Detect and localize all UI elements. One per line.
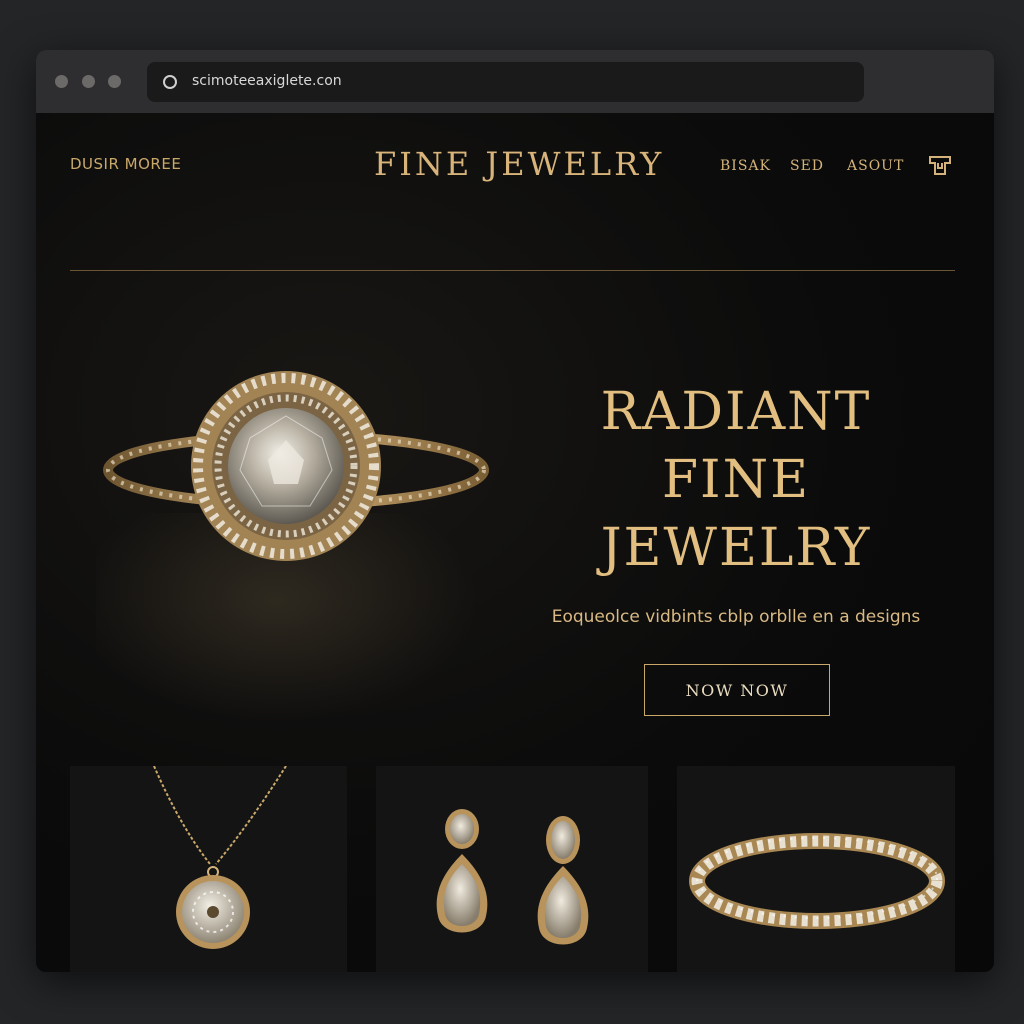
url-text[interactable]: scimoteeaxiglete.con [192,73,342,89]
bracelet-image [689,833,945,929]
page-content: DUSIR MOREE FINE JEWELRY BISAK SED ASOUT [36,113,994,972]
hero-subtitle: Eoqueolce vidbints cblp orblle en a desi… [551,607,921,627]
hero-title-line-1: RADIANT [600,382,872,442]
hero-title: RADIANT FINE JEWELRY [536,378,936,582]
brand-logo[interactable]: FINE JEWELRY [374,145,664,183]
nav-item-asout[interactable]: ASOUT [847,158,904,174]
hero-title-line-2: FINE [661,450,811,510]
shopping-bag-icon[interactable] [928,154,952,178]
hero-title-line-3: JEWELRY [600,518,872,578]
window-close-dot[interactable] [55,75,68,88]
nav-item-sed[interactable]: SED [790,158,824,174]
product-card-bracelet[interactable] [677,766,955,972]
circle-icon [163,75,177,89]
product-card-necklace[interactable] [70,766,347,972]
product-card-earrings[interactable] [376,766,648,972]
nav-left-link[interactable]: DUSIR MOREE [70,155,181,173]
browser-window: scimoteeaxiglete.con DUSIR MOREE FINE JE… [36,50,994,972]
necklace-image [153,766,287,949]
hero-ring-image [103,371,489,561]
window-maximize-dot[interactable] [108,75,121,88]
earrings-image [436,809,589,945]
browser-titlebar: scimoteeaxiglete.con [36,50,994,113]
cta-button[interactable]: NOW NOW [644,664,830,716]
window-minimize-dot[interactable] [82,75,95,88]
nav-item-bisak[interactable]: BISAK [720,158,771,174]
header-divider [70,270,955,271]
address-bar[interactable]: scimoteeaxiglete.con [147,62,864,102]
